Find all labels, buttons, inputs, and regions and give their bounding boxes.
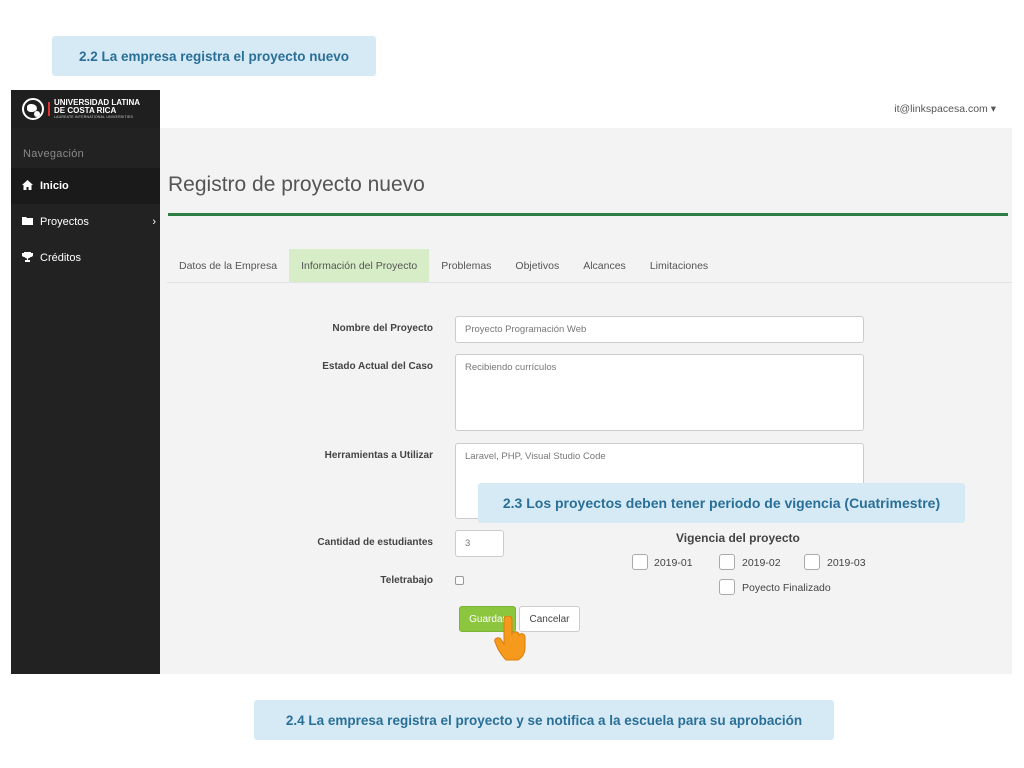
tab-alcances[interactable]: Alcances — [571, 249, 638, 282]
logo-line-3: LAUREATE INTERNATIONAL UNIVERSITIES — [54, 115, 134, 119]
cantidad-label: Cantidad de estudiantes — [317, 537, 433, 548]
vigencia-2019-03-checkbox[interactable] — [804, 554, 820, 570]
page-title: Registro de proyecto nuevo — [168, 173, 425, 196]
sidebar-item-label: Créditos — [40, 252, 81, 264]
folder-icon — [22, 216, 40, 228]
proyecto-finalizado-label: Poyecto Finalizado — [742, 582, 831, 594]
tab-datos-empresa[interactable]: Datos de la Empresa — [167, 249, 289, 282]
home-icon — [22, 179, 40, 193]
sidebar-item-label: Proyectos — [40, 216, 89, 228]
teletrabajo-label: Teletrabajo — [380, 575, 433, 586]
sidebar-item-creditos[interactable]: Créditos — [11, 240, 160, 276]
sidebar-header: Navegación — [23, 148, 85, 160]
proyecto-finalizado-checkbox[interactable] — [719, 579, 735, 595]
vigencia-title: Vigencia del proyecto — [676, 531, 800, 545]
herramientas-label: Herramientas a Utilizar — [324, 450, 433, 461]
vigencia-2019-03-label: 2019-03 — [827, 557, 866, 569]
teletrabajo-checkbox[interactable] — [455, 576, 464, 585]
sidebar-item-label: Inicio — [40, 180, 69, 192]
title-divider — [168, 213, 1008, 216]
chevron-right-icon: › — [152, 216, 156, 228]
estado-textarea[interactable]: Recibiendo currículos — [455, 354, 864, 431]
tab-informacion-proyecto[interactable]: Información del Proyecto — [289, 249, 430, 282]
vigencia-2019-02-label: 2019-02 — [742, 557, 781, 569]
callout-step-2-2: 2.2 La empresa registra el proyecto nuev… — [52, 36, 376, 76]
sidebar-item-proyectos[interactable]: Proyectos › — [11, 204, 160, 240]
cancel-button[interactable]: Cancelar — [519, 606, 580, 632]
cantidad-input[interactable]: 3 — [455, 530, 504, 557]
sidebar: Navegación Inicio Proyectos › Créditos — [11, 128, 160, 674]
user-email: it@linkspacesa.com — [894, 103, 988, 115]
university-logo[interactable]: UNIVERSIDAD LATINA DE COSTA RICA LAUREAT… — [11, 90, 160, 128]
tab-bar: Datos de la Empresa Información del Proy… — [167, 249, 1012, 283]
tab-limitaciones[interactable]: Limitaciones — [638, 249, 720, 282]
callout-step-2-3: 2.3 Los proyectos deben tener periodo de… — [478, 483, 965, 523]
estado-label: Estado Actual del Caso — [322, 361, 433, 372]
vigencia-2019-01-label: 2019-01 — [654, 557, 693, 569]
logo-divider — [48, 102, 50, 116]
callout-step-2-4: 2.4 La empresa registra el proyecto y se… — [254, 700, 834, 740]
vigencia-2019-02-checkbox[interactable] — [719, 554, 735, 570]
user-menu[interactable]: it@linkspacesa.com ▾ — [894, 103, 996, 115]
tab-objetivos[interactable]: Objetivos — [503, 249, 571, 282]
logo-text: UNIVERSIDAD LATINA DE COSTA RICA LAUREAT… — [54, 99, 140, 120]
globe-icon — [22, 98, 44, 120]
logo-line-2: DE COSTA RICA — [54, 106, 117, 115]
vigencia-2019-01-checkbox[interactable] — [632, 554, 648, 570]
top-bar: UNIVERSIDAD LATINA DE COSTA RICA LAUREAT… — [11, 90, 1012, 128]
tab-problemas[interactable]: Problemas — [429, 249, 503, 282]
trophy-icon — [22, 251, 40, 265]
nombre-label: Nombre del Proyecto — [332, 323, 433, 334]
chevron-down-icon: ▾ — [990, 103, 996, 115]
nombre-input[interactable]: Proyecto Programación Web — [455, 316, 864, 343]
sidebar-item-inicio[interactable]: Inicio — [11, 168, 160, 204]
pointer-hand-icon — [494, 615, 528, 667]
